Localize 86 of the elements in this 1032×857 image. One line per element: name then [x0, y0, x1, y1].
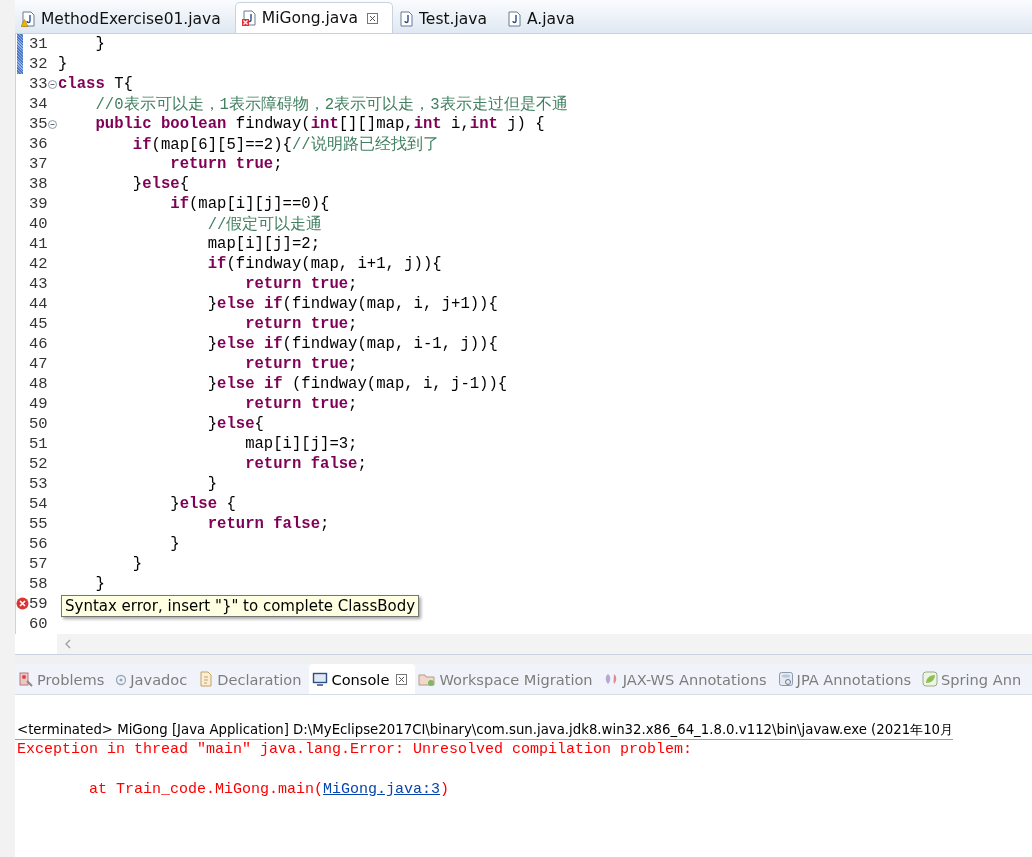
code-line: }else if(findway(map, i, j+1)){	[206, 295, 498, 313]
line-number: 54	[29, 495, 48, 513]
collapse-icon[interactable]	[47, 79, 57, 89]
code-line: //0表示可以走，1表示障碍物，2表示可以走，3表示走过但是不通	[94, 94, 568, 115]
close-icon[interactable]	[396, 673, 408, 685]
line-number: 50	[29, 415, 48, 433]
line-number: 58	[29, 575, 48, 593]
error-tooltip: Syntax error, insert "}" to complete ClassBody	[61, 595, 420, 617]
editor-tab[interactable]: MiGong.java	[234, 2, 393, 33]
code-line: return true;	[169, 155, 283, 173]
panel-tab[interactable]: Console	[309, 664, 416, 694]
code-line: return false;	[244, 455, 367, 473]
database-icon	[777, 671, 794, 687]
close-icon[interactable]	[367, 12, 378, 24]
collapse-icon[interactable]	[47, 119, 57, 129]
code-line: return false;	[206, 515, 330, 533]
line-number: 35	[29, 115, 48, 133]
code-line: }	[131, 555, 143, 573]
line-number: 46	[29, 335, 48, 353]
line-number: 45	[29, 315, 48, 333]
line-number: 39	[29, 195, 48, 213]
folder-icon	[418, 671, 437, 687]
panel-tab[interactable]: Javadoc	[112, 664, 196, 694]
line-number: 43	[29, 275, 48, 293]
monitor-icon	[312, 671, 329, 687]
line-number: 52	[29, 455, 48, 473]
line-number: 44	[29, 295, 48, 313]
line-number: 38	[29, 175, 48, 193]
line-number: 42	[29, 255, 48, 273]
line-number: 41	[29, 235, 48, 253]
panel-tab[interactable]: Declaration	[195, 664, 310, 694]
console-header: <terminated> MiGong [Java Application] D:\MyEclipse2017CI\binary\com.sun.java.jdk8.win32.x86_64_1.8.0.v112\bin\javaw.exe (2021年10月	[15, 721, 954, 740]
line-number: 57	[29, 555, 48, 573]
panel-tab[interactable]: JPA Annotations	[774, 664, 919, 694]
line-number: 59	[29, 595, 48, 613]
line-number: 40	[29, 215, 48, 233]
code-line: }else if(findway(map, i-1, j)){	[206, 335, 498, 353]
code-line: return true;	[244, 395, 358, 413]
leaf-icon	[922, 671, 938, 687]
line-number: 56	[29, 535, 48, 553]
line-number: 37	[29, 155, 48, 173]
line-number: 49	[29, 395, 48, 413]
code-line: }else{	[131, 175, 190, 193]
source-link[interactable]: MiGong.java:3	[323, 781, 441, 798]
panel-tab[interactable]: Problems	[15, 664, 113, 694]
line-number: 36	[29, 135, 48, 153]
code-line: }	[169, 535, 180, 553]
line-number: 60	[29, 615, 48, 633]
code-line: }else {	[169, 495, 236, 513]
code-line: if(findway(map, i+1, j)){	[206, 255, 442, 273]
panel-tab[interactable]: JAX-WS Annotations	[600, 664, 775, 694]
code-line: //假定可以走通	[206, 214, 323, 235]
code-line: }	[94, 35, 105, 53]
code-line: map[i][j]=3;	[244, 435, 358, 453]
line-number: 31	[29, 35, 48, 53]
console-error-line: Exception in thread "main" java.lang.Error: Unresolved compilation problem:	[16, 740, 694, 760]
editor-tab[interactable]: MethodExercise01.java	[15, 5, 235, 33]
editor-tab[interactable]: A.java	[500, 5, 589, 33]
code-line: return true;	[244, 275, 358, 293]
panel-tab[interactable]: Workspace Migration	[415, 664, 601, 694]
line-number: 51	[29, 435, 48, 453]
closing-paren: )	[440, 781, 450, 798]
panel-tab[interactable]: Spring Ann	[919, 664, 1030, 694]
line-number: 47	[29, 355, 48, 373]
code-line: return true;	[244, 355, 358, 373]
code-line: }	[206, 475, 218, 493]
code-line: if(map[6][5]==2){//说明路已经找到了	[131, 134, 439, 155]
line-number: 48	[29, 375, 48, 393]
declaration-icon	[198, 671, 215, 687]
line-number: 34	[29, 95, 48, 113]
code-line: if(map[i][j]==0){	[169, 195, 330, 213]
problems-icon	[18, 671, 34, 687]
code-line: public boolean findway(int[][]map,int i,int j) {	[94, 115, 545, 133]
code-line: }	[94, 575, 105, 593]
code-line: }	[58, 55, 68, 73]
code-line: map[i][j]=2;	[206, 235, 321, 253]
line-number: 33	[29, 75, 48, 93]
stack-trace-line: at Train_code.MiGong.main(	[88, 781, 324, 798]
line-number: 53	[29, 475, 48, 493]
code-line: return true;	[244, 315, 358, 333]
line-number: 32	[29, 55, 48, 73]
code-line: class T{	[58, 75, 133, 93]
code-line: }else{	[206, 415, 264, 433]
code-line: }else if (findway(map, i, j-1)){	[206, 375, 508, 393]
editor-tab[interactable]: Test.java	[393, 5, 501, 33]
line-number: 55	[29, 515, 48, 533]
